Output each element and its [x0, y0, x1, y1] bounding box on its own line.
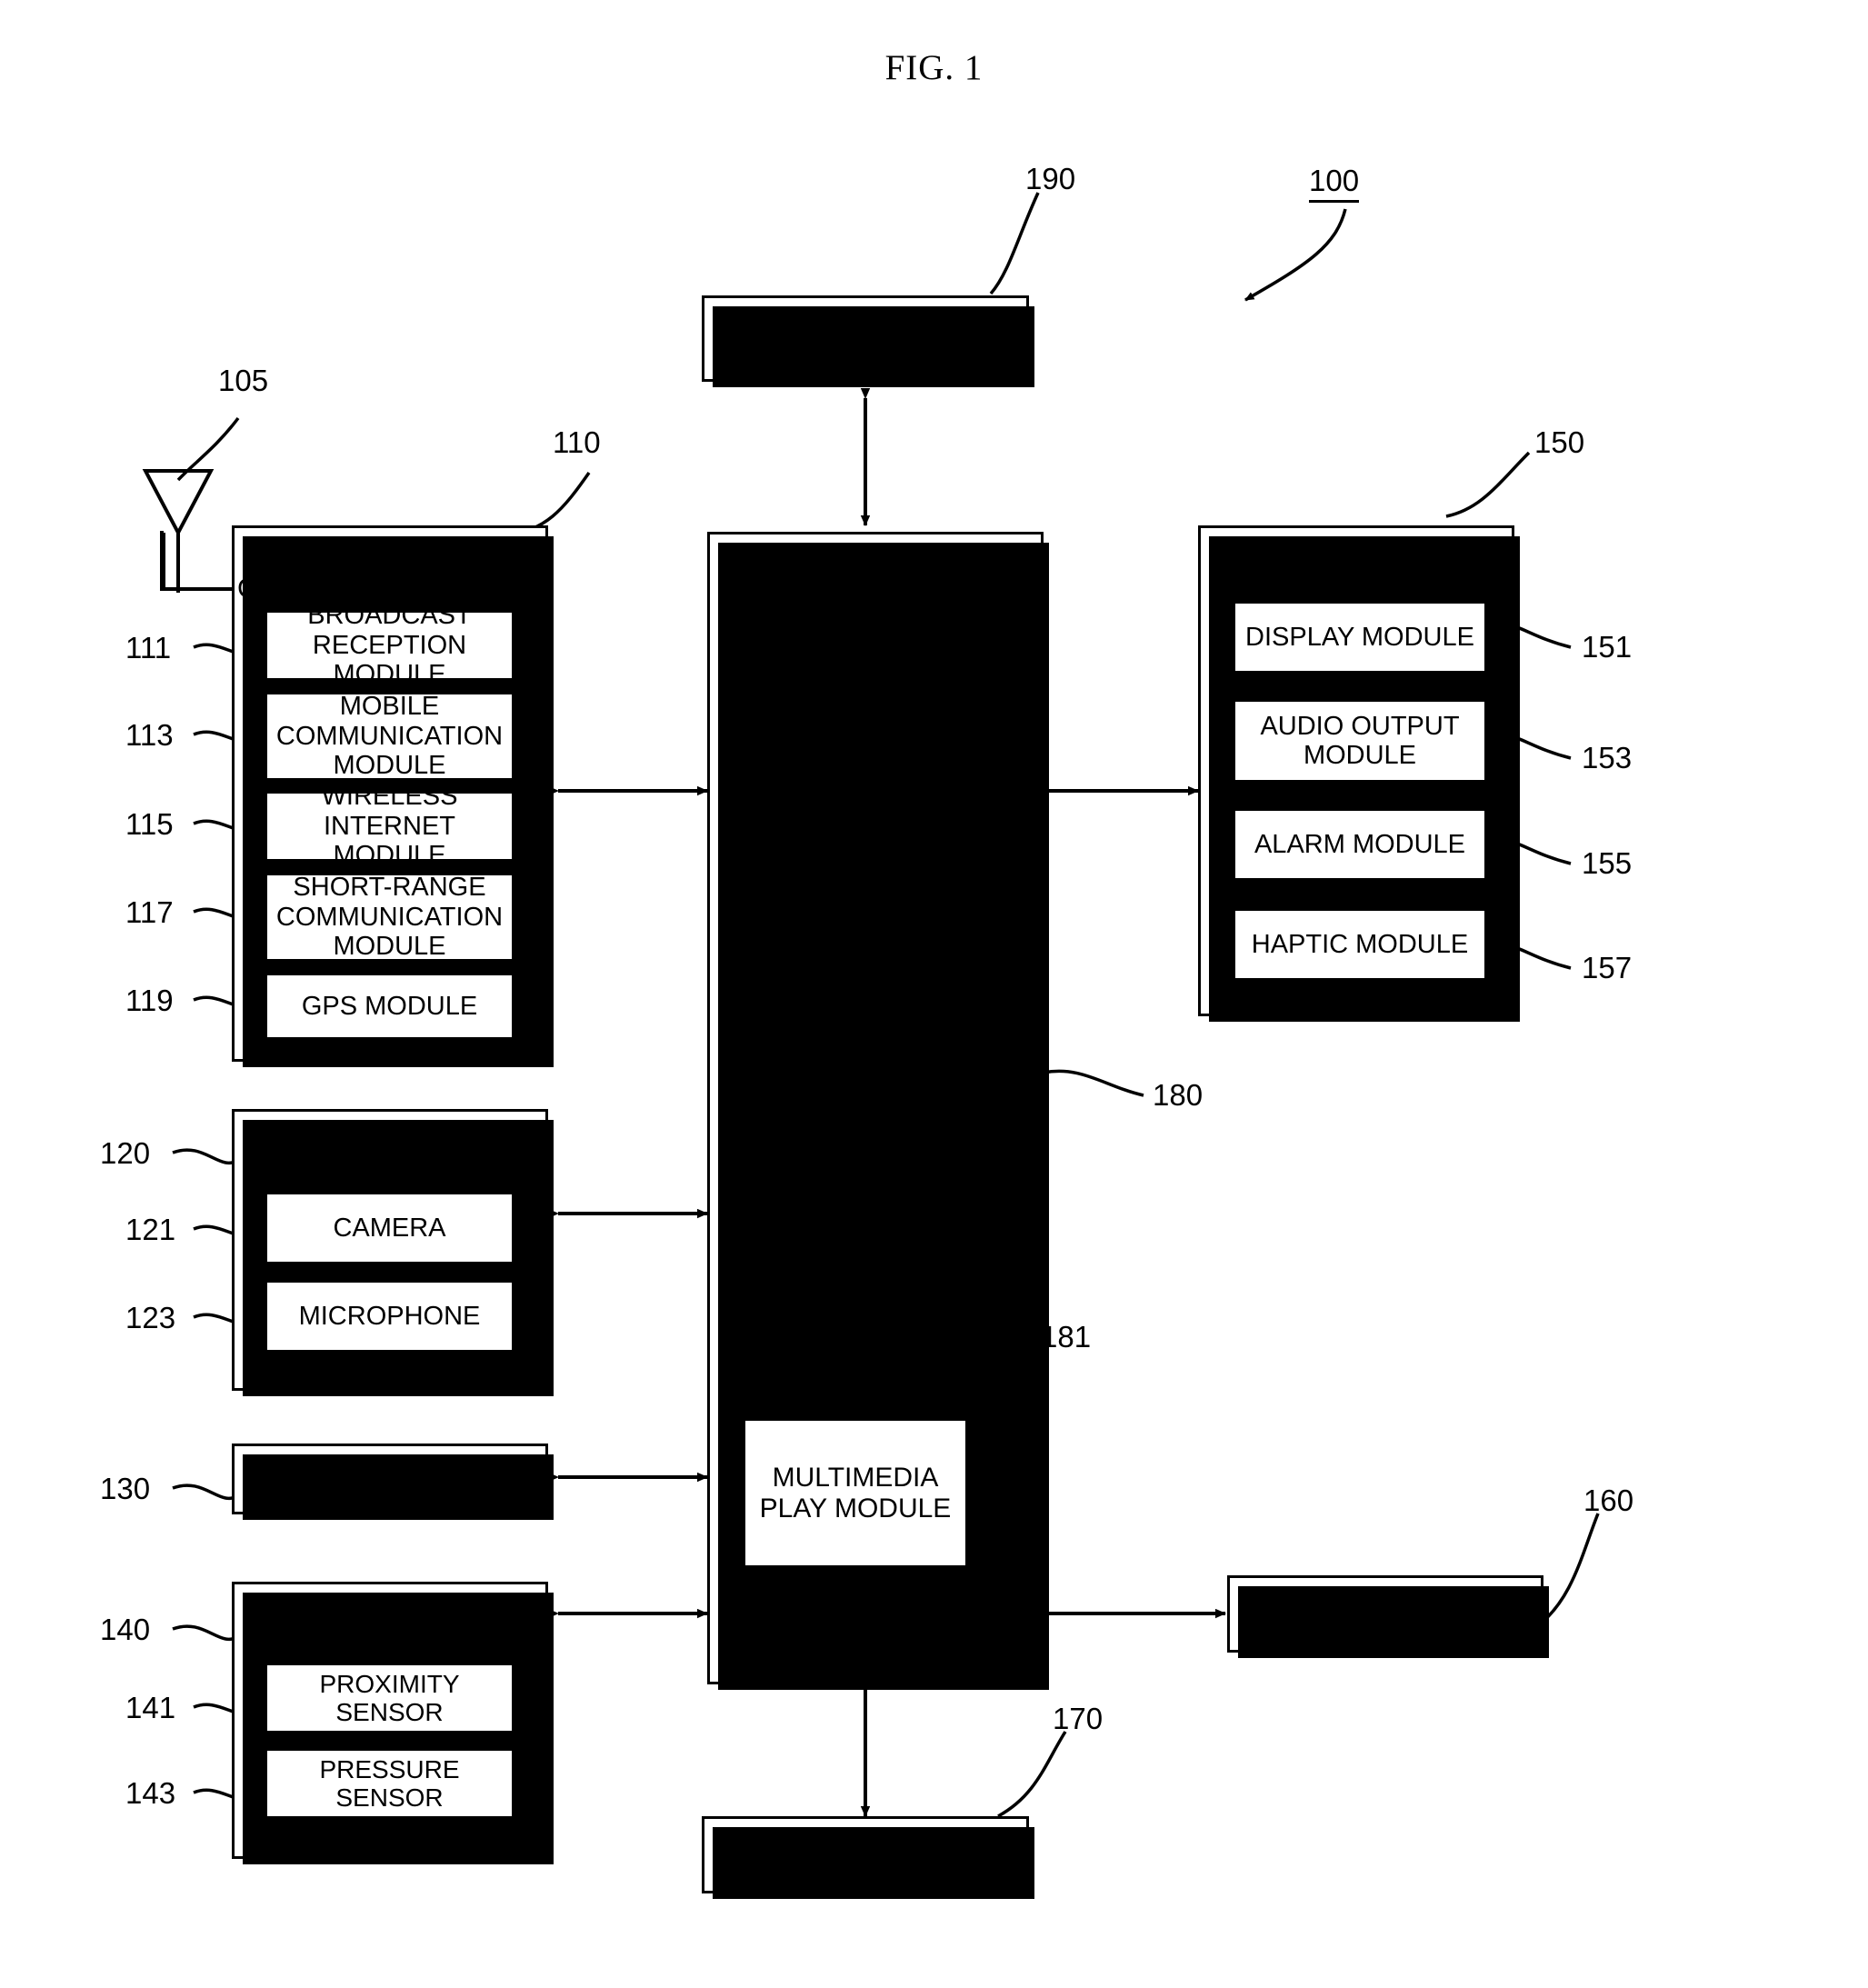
ref-111: 111: [125, 631, 172, 664]
ref-113: 113: [125, 718, 174, 752]
leader-180: [1043, 1069, 1144, 1097]
mobile-communication-module: MOBILE COMMUNICATION MODULE: [265, 692, 514, 781]
ref-130: 130: [100, 1472, 151, 1505]
output-unit-box: OUTPUT UNIT DISPLAY MODULE AUDIO OUTPUT M…: [1198, 525, 1520, 1022]
leader-100: [1244, 208, 1347, 302]
figure-title: FIG. 1: [884, 48, 984, 87]
antenna-lead: [160, 533, 235, 591]
interface-unit-label: INTERFACE UNIT: [749, 1839, 982, 1871]
leader-150: [1445, 451, 1531, 518]
av-input-unit-label: A/V INPUT UNIT: [287, 1126, 493, 1156]
wireless-unit-title-line1: WIRELESS: [319, 543, 461, 573]
power-supply-unit-label: POWER SUPPLY UNIT: [716, 322, 1014, 354]
ref-190: 190: [1025, 162, 1076, 195]
camera-module: CAMERA: [265, 1192, 514, 1264]
leader-130: [172, 1484, 240, 1501]
wireless-unit-title-line2: COMMUNICATION UNIT: [236, 573, 544, 604]
ref-150: 150: [1534, 425, 1585, 459]
wireless-communication-unit-label: WIRELESS COMMUNICATION UNIT: [235, 543, 545, 604]
pressure-sensor-module: PRESSURE SENSOR: [265, 1748, 514, 1819]
output-unit-label: OUTPUT UNIT: [1262, 542, 1451, 574]
ref-141: 141: [125, 1691, 176, 1724]
ref-153: 153: [1582, 741, 1633, 774]
ref-157: 157: [1582, 951, 1633, 984]
ref-110: 110: [553, 425, 601, 459]
user-input-unit-box: USER INPUT UNIT: [232, 1444, 554, 1520]
leader-170: [997, 1731, 1067, 1818]
ref-117: 117: [125, 895, 174, 929]
ref-105: 105: [218, 364, 269, 397]
user-input-unit-label: USER INPUT UNIT: [272, 1464, 508, 1494]
sensing-unit-box: SENSING UNIT PROXIMITY SENSOR PRESSURE S…: [232, 1582, 554, 1864]
av-input-unit-box: A/V INPUT UNIT CAMERA MICROPHONE: [232, 1109, 554, 1396]
controller-box: CONTROLLER MULTIMEDIA PLAY MODULE: [707, 532, 1049, 1690]
gps-module: GPS MODULE: [265, 973, 514, 1040]
microphone-module: MICROPHONE: [265, 1280, 514, 1353]
ref-143: 143: [125, 1776, 176, 1810]
memory-box: MEMORY: [1227, 1575, 1549, 1658]
ref-123: 123: [125, 1301, 176, 1334]
power-supply-unit-box: POWER SUPPLY UNIT: [702, 295, 1034, 387]
leader-105: [176, 416, 240, 482]
ref-140: 140: [100, 1613, 151, 1646]
ref-170: 170: [1053, 1702, 1104, 1735]
figure-canvas: FIG. 1 POWER SUPPLY UNIT 190 100 105 WIR…: [0, 0, 1868, 1988]
broadcast-reception-module: BROADCAST RECEPTION MODULE: [265, 601, 514, 689]
memory-label: MEMORY: [1322, 1598, 1449, 1630]
haptic-module: HAPTIC MODULE: [1233, 908, 1487, 981]
ref-119: 119: [125, 984, 174, 1017]
controller-label: CONTROLLER: [779, 1056, 972, 1088]
display-module: DISPLAY MODULE: [1233, 601, 1487, 674]
leader-190: [989, 192, 1040, 295]
audio-output-module: AUDIO OUTPUT MODULE: [1233, 699, 1487, 783]
ref-151: 151: [1582, 630, 1633, 664]
ref-180: 180: [1153, 1078, 1204, 1112]
ref-115: 115: [125, 807, 174, 841]
ref-120: 120: [100, 1136, 151, 1170]
sensing-unit-label: SENSING UNIT: [293, 1599, 487, 1629]
antenna-symbol: [142, 469, 215, 593]
ref-155: 155: [1582, 846, 1633, 880]
wireless-internet-module: WIRELESS INTERNET MODULE: [265, 782, 514, 870]
interface-unit-box: INTERFACE UNIT: [702, 1816, 1034, 1899]
ref-160: 160: [1583, 1484, 1634, 1517]
multimedia-play-module: MULTIMEDIA PLAY MODULE: [743, 1418, 968, 1568]
wireless-communication-unit-box: WIRELESS COMMUNICATION UNIT BROADCAST REC…: [232, 525, 554, 1067]
alarm-module: ALARM MODULE: [1233, 808, 1487, 881]
short-range-communication-module: SHORT-RANGE COMMUNICATION MODULE: [265, 873, 514, 962]
ref-121: 121: [125, 1213, 176, 1246]
proximity-sensor-module: PROXIMITY SENSOR: [265, 1663, 514, 1733]
leader-140: [172, 1624, 240, 1642]
ref-100: 100: [1309, 164, 1360, 203]
leader-120: [172, 1148, 240, 1165]
